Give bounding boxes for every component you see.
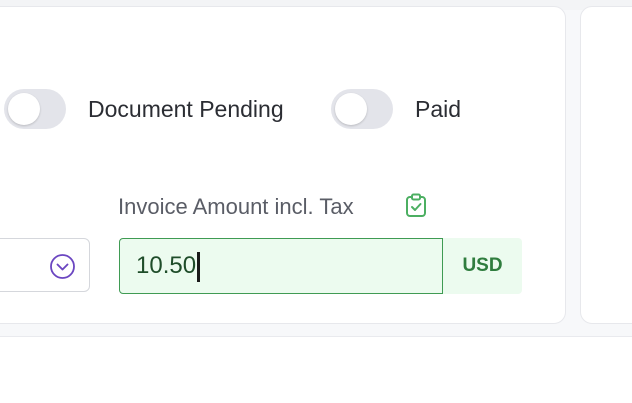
clipboard-check-icon	[406, 193, 426, 217]
toggle-knob	[335, 93, 367, 125]
paid-label: Paid	[415, 96, 462, 122]
document-pending-label: Document Pending	[88, 96, 284, 122]
toggle-knob	[8, 93, 40, 125]
document-pending-toggle[interactable]	[4, 89, 66, 129]
select-field[interactable]	[0, 238, 90, 292]
invoice-amount-label: Invoice Amount incl. Tax	[118, 194, 354, 219]
side-card	[580, 6, 632, 324]
invoice-amount-value: 10.50	[136, 252, 197, 279]
paid-toggle[interactable]	[331, 89, 393, 129]
text-caret	[197, 251, 201, 282]
invoice-amount-input[interactable]: 10.50	[119, 238, 443, 294]
currency-addon: USD	[443, 238, 522, 294]
chevron-down-icon[interactable]	[49, 253, 76, 280]
page-footer-area	[0, 336, 632, 403]
